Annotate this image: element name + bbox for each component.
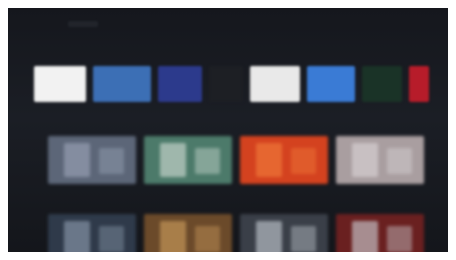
content-tile-1-3[interactable] — [240, 136, 328, 184]
tile-artwork — [387, 148, 412, 175]
content-row-1 — [48, 136, 424, 184]
tile-artwork — [195, 226, 220, 252]
app-tile-5[interactable] — [250, 66, 300, 102]
content-tile-2-1[interactable] — [48, 214, 136, 252]
tile-artwork — [63, 143, 91, 177]
app-tile-1[interactable] — [34, 66, 86, 102]
tile-artwork — [159, 221, 187, 252]
apps-row — [34, 66, 429, 102]
app-tile-3[interactable] — [158, 66, 202, 102]
app-tile-2[interactable] — [93, 66, 151, 102]
content-tile-2-4[interactable] — [336, 214, 424, 252]
app-tile-8[interactable] — [409, 66, 429, 102]
top-bar-hint — [68, 21, 98, 27]
content-tile-2-3[interactable] — [240, 214, 328, 252]
tile-artwork — [99, 148, 124, 175]
tile-artwork — [63, 221, 91, 252]
tile-artwork — [291, 148, 316, 175]
content-tile-1-4[interactable] — [336, 136, 424, 184]
content-row-2 — [48, 214, 424, 252]
content-tile-2-2[interactable] — [144, 214, 232, 252]
app-tile-4[interactable] — [209, 66, 243, 102]
tv-home-screen — [8, 8, 448, 252]
tile-artwork — [387, 226, 412, 252]
content-tile-1-1[interactable] — [48, 136, 136, 184]
tile-artwork — [351, 221, 379, 252]
app-tile-6[interactable] — [307, 66, 355, 102]
tile-artwork — [255, 143, 283, 177]
tile-artwork — [255, 221, 283, 252]
tile-artwork — [351, 143, 379, 177]
tile-artwork — [291, 226, 316, 252]
content-tile-1-2[interactable] — [144, 136, 232, 184]
app-tile-7[interactable] — [362, 66, 402, 102]
tile-artwork — [195, 148, 220, 175]
tile-artwork — [99, 226, 124, 252]
tile-artwork — [159, 143, 187, 177]
